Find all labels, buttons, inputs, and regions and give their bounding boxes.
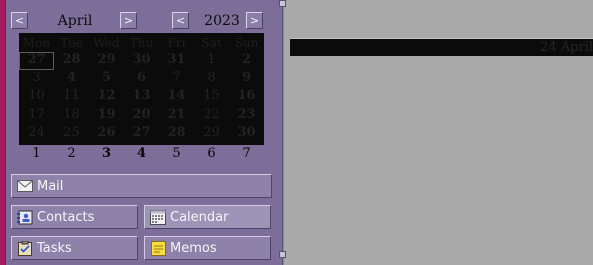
calendar-label: Calendar bbox=[170, 209, 229, 225]
mail-label: Mail bbox=[37, 178, 64, 194]
calendar-week: 24 25 26 27 28 29 30 bbox=[19, 124, 264, 142]
address-book-icon bbox=[17, 210, 33, 225]
chevron-right-icon: > bbox=[249, 14, 260, 27]
day-view-date: 24 April bbox=[540, 40, 593, 55]
calendar-day[interactable]: 31 bbox=[159, 51, 194, 69]
next-month-week: 1234567 bbox=[19, 145, 264, 162]
calendar-week: 17 18 19 20 21 22 23 bbox=[19, 106, 264, 124]
calendar-day[interactable]: 11 bbox=[54, 87, 89, 105]
calendar-day[interactable]: 16 bbox=[229, 87, 264, 105]
memos-label: Memos bbox=[170, 240, 217, 256]
calendar-day[interactable]: 6 bbox=[194, 145, 229, 162]
calendar-day[interactable]: 25 bbox=[54, 124, 89, 142]
weekday-label: Wed bbox=[93, 36, 120, 50]
calendar-day[interactable]: 5 bbox=[159, 145, 194, 162]
calendar-day[interactable]: 1 bbox=[19, 145, 54, 162]
calendar-day[interactable]: 10 bbox=[19, 87, 54, 105]
calendar-day[interactable]: 17 bbox=[19, 106, 54, 124]
calendar-day[interactable]: 13 bbox=[124, 87, 159, 105]
splitter-grip-bottom[interactable] bbox=[279, 251, 286, 258]
calendar-day[interactable]: 14 bbox=[159, 87, 194, 105]
pane-splitter[interactable] bbox=[283, 0, 288, 265]
next-year-button[interactable]: > bbox=[246, 12, 263, 29]
calendar-day[interactable]: 22 bbox=[194, 106, 229, 124]
calendar-week: 10 11 12 13 14 15 16 bbox=[19, 87, 264, 105]
year-label: 2023 bbox=[204, 13, 240, 29]
calendar-day[interactable]: 12 bbox=[89, 87, 124, 105]
weekday-label: Tue bbox=[60, 36, 83, 50]
clipboard-icon bbox=[17, 240, 33, 256]
chevron-left-icon: < bbox=[14, 14, 25, 27]
prev-year-button[interactable]: < bbox=[172, 12, 189, 29]
weekday-label: Sun bbox=[234, 36, 259, 50]
calendar-day[interactable]: 29 bbox=[194, 124, 229, 142]
contacts-label: Contacts bbox=[37, 209, 95, 225]
weekday-label: Fri bbox=[167, 36, 186, 50]
calendar-day[interactable]: 30 bbox=[124, 51, 159, 69]
calendar-day[interactable]: 7 bbox=[159, 69, 194, 87]
weekday-label: Mon bbox=[22, 36, 51, 50]
day-view-header[interactable]: 24 April bbox=[290, 38, 593, 56]
calendar-day[interactable]: 26 bbox=[89, 124, 124, 142]
weekday-label: Thu bbox=[129, 36, 154, 50]
calendar-day[interactable]: 15 bbox=[194, 87, 229, 105]
chevron-right-icon: > bbox=[123, 14, 134, 27]
next-month-button[interactable]: > bbox=[120, 12, 137, 29]
contacts-button[interactable]: Contacts bbox=[11, 205, 138, 229]
calendar-day[interactable]: 4 bbox=[54, 69, 89, 87]
calendar-day[interactable]: 1 bbox=[194, 51, 229, 69]
calendar-week: 27 28 29 30 31 1 2 bbox=[19, 51, 264, 69]
month-label: April bbox=[57, 13, 93, 29]
chevron-left-icon: < bbox=[175, 14, 186, 27]
calendar-day[interactable]: 19 bbox=[89, 106, 124, 124]
calendar-icon bbox=[150, 209, 166, 225]
weekday-label: Sat bbox=[201, 36, 222, 50]
calendar-day[interactable]: 29 bbox=[89, 51, 124, 69]
calendar-day[interactable]: 5 bbox=[89, 69, 124, 87]
calendar-weeks: 27 28 29 30 31 1 2 3 4 5 6 7 8 9 10 11 12 13 14 15 16 17 18 19 2… bbox=[19, 51, 264, 142]
calendar-week: 3456789 bbox=[19, 69, 264, 87]
calendar-day[interactable]: 3 bbox=[19, 69, 54, 87]
calendar-day[interactable]: 3 bbox=[89, 145, 124, 162]
calendar-day[interactable]: 20 bbox=[124, 106, 159, 124]
splitter-grip-top[interactable] bbox=[279, 0, 286, 7]
calendar-day[interactable]: 21 bbox=[159, 106, 194, 124]
calendar-day[interactable]: 2 bbox=[54, 145, 89, 162]
calendar-day[interactable]: 27 bbox=[124, 124, 159, 142]
selected-day-outline bbox=[19, 52, 54, 70]
calendar-day[interactable]: 2 bbox=[229, 51, 264, 69]
mini-calendar[interactable]: Mon Tue Wed Thu Fri Sat Sun 27 28 29 30 31 1 2 3 4 5 6 7 8… bbox=[19, 33, 264, 145]
calendar-day[interactable]: 30 bbox=[229, 124, 264, 142]
calendar-day[interactable]: 24 bbox=[19, 124, 54, 142]
prev-month-button[interactable]: < bbox=[11, 12, 28, 29]
sticky-note-icon bbox=[150, 240, 166, 256]
calendar-day[interactable]: 28 bbox=[159, 124, 194, 142]
calendar-day[interactable]: 8 bbox=[194, 69, 229, 87]
calendar-day[interactable]: 4 bbox=[124, 145, 159, 162]
tasks-label: Tasks bbox=[37, 240, 72, 256]
tasks-button[interactable]: Tasks bbox=[11, 236, 138, 260]
calendar-button[interactable]: Calendar bbox=[144, 205, 271, 229]
calendar-day[interactable]: 23 bbox=[229, 106, 264, 124]
calendar-day[interactable]: 18 bbox=[54, 106, 89, 124]
calendar-day[interactable]: 9 bbox=[229, 69, 264, 87]
weekday-header: Mon Tue Wed Thu Fri Sat Sun bbox=[19, 33, 264, 51]
mail-button[interactable]: Mail bbox=[11, 174, 272, 198]
envelope-icon bbox=[17, 179, 33, 194]
calendar-day[interactable]: 6 bbox=[124, 69, 159, 87]
calendar-day[interactable]: 7 bbox=[229, 145, 264, 162]
memos-button[interactable]: Memos bbox=[144, 236, 271, 260]
calendar-day[interactable]: 28 bbox=[54, 51, 89, 69]
